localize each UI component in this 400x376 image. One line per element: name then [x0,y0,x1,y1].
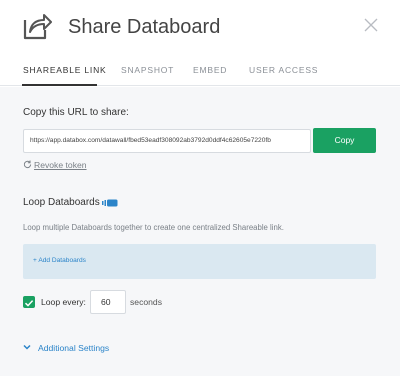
url-label: Copy this URL to share: [23,107,129,118]
revoke-token-link[interactable]: Revoke token [23,160,87,170]
add-databoards-area: + Add Databoards [23,244,376,279]
chevron-down-icon [23,344,31,350]
refresh-icon [23,160,32,169]
tab-bar: SHAREABLE LINK SNAPSHOT EMBED USER ACCES… [0,58,400,86]
add-databoards-link[interactable]: + Add Databoards [33,257,86,264]
additional-settings-label: Additional Settings [38,343,110,353]
tab-shareable-link[interactable]: SHAREABLE LINK [23,65,106,75]
tab-content: Copy this URL to share: https://app.data… [0,87,400,376]
tab-embed[interactable]: EMBED [193,65,227,75]
dialog-header: Share Databoard [0,0,400,56]
copy-button[interactable]: Copy [313,128,376,153]
loop-description: Loop multiple Databoards together to cre… [23,223,284,232]
loop-databoards-title: Loop Databoards [23,197,100,208]
checkmark-icon [24,300,34,307]
tab-snapshot[interactable]: SNAPSHOT [121,65,174,75]
additional-settings-toggle[interactable]: Additional Settings [23,343,109,353]
loop-toggle-icon[interactable] [102,199,118,207]
loop-every-label: Loop every: [41,297,86,307]
loop-seconds-input[interactable]: 60 [90,290,126,314]
revoke-token-label: Revoke token [34,160,87,170]
dialog-title: Share Databoard [68,16,221,38]
share-url-field[interactable]: https://app.databox.com/datawall/fbed53e… [23,129,311,153]
share-arrow-icon [23,14,52,40]
seconds-label: seconds [130,297,163,307]
loop-every-checkbox[interactable] [23,296,35,308]
close-icon[interactable] [363,17,379,33]
active-tab-indicator [22,84,97,86]
tab-user-access[interactable]: USER ACCESS [249,65,318,75]
